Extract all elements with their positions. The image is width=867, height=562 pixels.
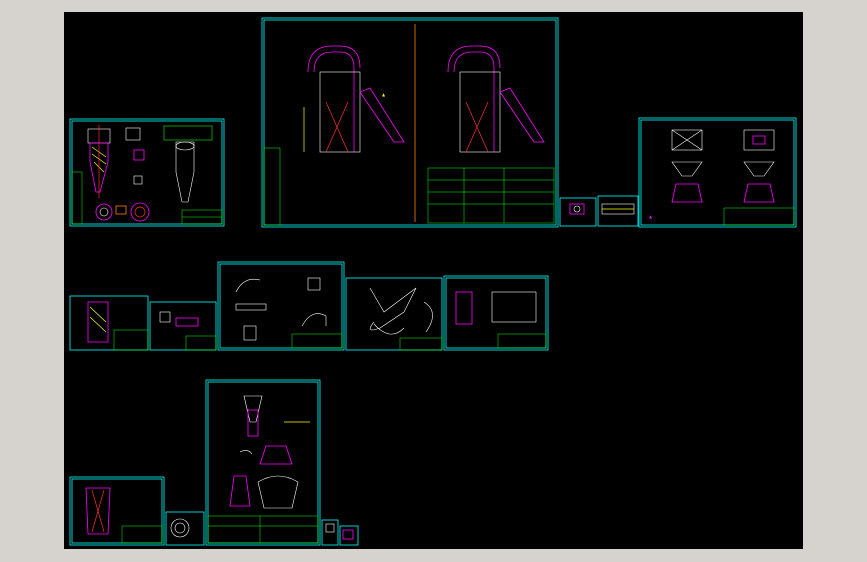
- svg-text:▲: ▲: [382, 92, 386, 97]
- sheet-tiny-part-2[interactable]: [597, 195, 639, 227]
- sheet-flange-detail[interactable]: [321, 519, 339, 546]
- sheet-ring-detail[interactable]: [165, 511, 205, 546]
- sheet-spiral-volute[interactable]: [345, 277, 443, 351]
- model-space: ▲ ▲: [69, 17, 797, 546]
- sheet-cyclone-assembly[interactable]: [69, 118, 225, 227]
- sheet-plate-detail[interactable]: [443, 275, 549, 351]
- sheet-layout-elevation[interactable]: ▲: [261, 17, 559, 228]
- sheet-small-part-1[interactable]: [149, 301, 217, 351]
- sheet-cone-development[interactable]: [205, 379, 321, 546]
- sheet-pipe-bend-detail[interactable]: [339, 525, 359, 546]
- sheet-tiny-part-1[interactable]: [559, 197, 597, 227]
- sheet-inlet-pipe-detail[interactable]: [69, 295, 149, 351]
- cad-application-frame: ▲ ▲: [0, 0, 867, 562]
- drawing-canvas[interactable]: ▲ ▲: [64, 12, 803, 549]
- sheet-cone-transition[interactable]: ▲: [638, 117, 797, 228]
- sheet-small-part-2[interactable]: [217, 261, 345, 351]
- svg-text:▲: ▲: [649, 214, 653, 219]
- sheet-cyclone-elevation-small[interactable]: [69, 476, 165, 546]
